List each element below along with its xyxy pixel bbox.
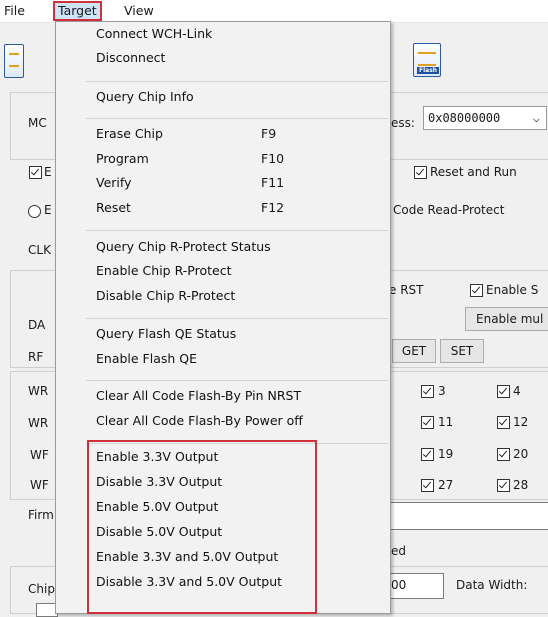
numeric-input[interactable]: 00 (388, 573, 444, 599)
set-button[interactable]: SET (440, 339, 484, 363)
menu-item-clear-nrst[interactable]: Clear All Code Flash-By Pin NRST (96, 388, 301, 403)
shortcut-reset: F12 (261, 200, 285, 215)
shortcut-program: F10 (261, 151, 285, 166)
menu-target[interactable]: Target (53, 1, 102, 21)
menu-item-enable-rprotect[interactable]: Enable Chip R-Protect (96, 263, 231, 278)
target-dropdown-menu: Connect WCH-Link Disconnect Query Chip I… (55, 21, 391, 614)
code-read-protect-label: Code Read-Protect (393, 203, 505, 217)
wr-checkbox[interactable] (421, 385, 434, 398)
reset-run-label: Reset and Run (430, 165, 517, 179)
document-icon[interactable] (4, 44, 24, 78)
menu-item-disable-rprotect[interactable]: Disable Chip R-Protect (96, 288, 235, 303)
menu-item-query-qe[interactable]: Query Flash QE Status (96, 326, 236, 341)
menu-separator (86, 81, 388, 82)
menu-item-clear-power[interactable]: Clear All Code Flash-By Power off (96, 413, 303, 428)
wr-label-4: WF (30, 478, 49, 492)
wr-checkbox-label: 28 (513, 478, 529, 492)
clk-label: CLK (28, 243, 51, 257)
rst-label: e RST (389, 283, 424, 297)
numeric-value: 00 (391, 578, 407, 592)
wr-checkbox[interactable] (497, 448, 510, 461)
radio-e-label: E (44, 203, 52, 217)
wr-checkbox-label: 11 (438, 415, 454, 429)
menu-bar: File Target View (0, 0, 548, 23)
menu-item-enable-qe[interactable]: Enable Flash QE (96, 351, 197, 366)
firmware-label: Firm (28, 508, 54, 522)
menu-item-program[interactable]: Program (96, 151, 149, 166)
menu-item-reset[interactable]: Reset (96, 200, 131, 215)
highlight-box (87, 440, 317, 614)
ed-label: ed (391, 544, 406, 558)
menu-view[interactable]: View (124, 3, 154, 18)
enable-mul-button[interactable]: Enable mul (465, 307, 548, 331)
radio-e[interactable] (28, 205, 41, 218)
wr-checkbox[interactable] (497, 479, 510, 492)
wr-checkbox-label: 19 (438, 447, 454, 461)
rf-label: RF (28, 350, 44, 364)
address-combo[interactable]: 0x08000000 ⌵ (423, 106, 547, 130)
wr-checkbox-label: 20 (513, 447, 529, 461)
flash-icon[interactable]: Flash (413, 43, 441, 77)
flash-icon-label: Flash (417, 67, 440, 74)
wr-label-3: WF (30, 448, 49, 462)
chip-label: Chip (28, 582, 55, 596)
checkbox-e[interactable] (29, 166, 42, 179)
mc-label: MC (28, 116, 47, 130)
menu-file[interactable]: File (4, 3, 25, 18)
wr-label-1: WR (28, 384, 49, 398)
wr-checkbox-label: 4 (513, 384, 521, 398)
shortcut-erase: F9 (261, 126, 277, 141)
address-value: 0x08000000 (428, 111, 501, 125)
wr-label-2: WR (28, 416, 49, 430)
wr-checkbox[interactable] (421, 448, 434, 461)
enable-s-checkbox[interactable] (470, 284, 483, 297)
wr-checkbox-label: 12 (513, 415, 529, 429)
menu-separator (86, 380, 388, 381)
data-width-label: Data Width: (456, 578, 528, 592)
shortcut-verify: F11 (261, 175, 285, 190)
wr-checkbox[interactable] (497, 385, 510, 398)
menu-separator (86, 230, 388, 231)
menu-item-query-rprotect[interactable]: Query Chip R-Protect Status (96, 239, 271, 254)
wr-checkbox-label: 3 (438, 384, 446, 398)
menu-item-verify[interactable]: Verify (96, 175, 131, 190)
menu-item-query-chip-info[interactable]: Query Chip Info (96, 89, 194, 104)
menu-separator (86, 318, 388, 319)
wr-checkbox[interactable] (421, 479, 434, 492)
enable-s-label: Enable S (486, 283, 539, 297)
menu-item-erase-chip[interactable]: Erase Chip (96, 126, 163, 141)
get-button[interactable]: GET (392, 339, 436, 363)
chevron-down-icon: ⌵ (532, 111, 540, 125)
firmware-path-input[interactable] (388, 502, 548, 530)
reset-run-checkbox[interactable] (414, 166, 427, 179)
checkbox-e-label: E (44, 165, 52, 179)
menu-separator (86, 118, 388, 119)
da-label: DA (28, 318, 46, 332)
wr-checkbox[interactable] (421, 416, 434, 429)
address-label: ess: (391, 116, 415, 130)
wr-checkbox[interactable] (497, 416, 510, 429)
wr-checkbox-label: 27 (438, 478, 454, 492)
menu-item-disconnect[interactable]: Disconnect (96, 50, 165, 65)
menu-item-connect[interactable]: Connect WCH-Link (96, 26, 212, 41)
